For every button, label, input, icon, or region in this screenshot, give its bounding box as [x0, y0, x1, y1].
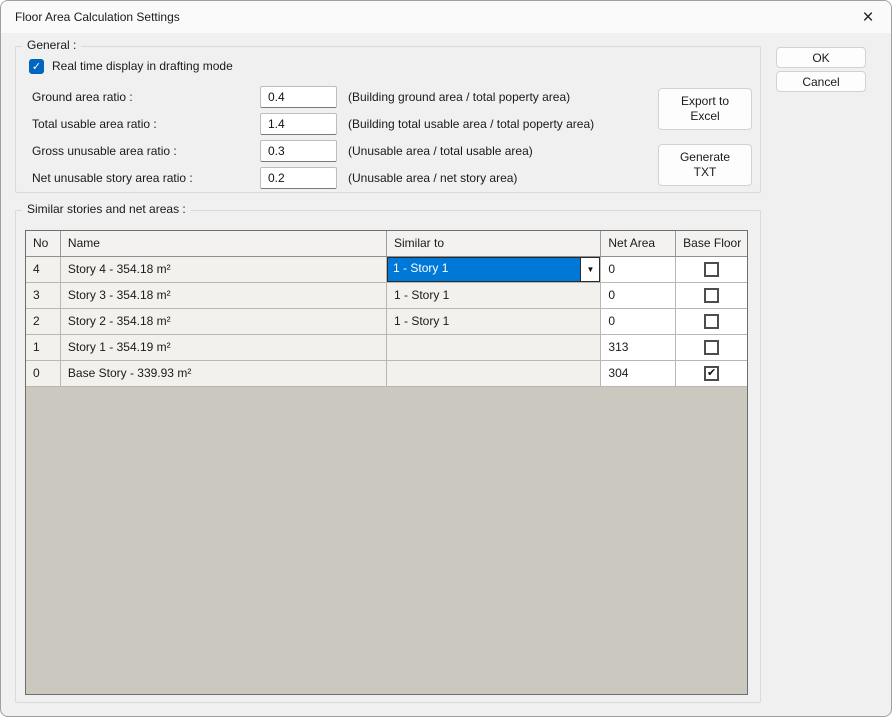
ground-area-ratio-hint: (Building ground area / total poperty ar…: [348, 86, 570, 108]
table-row: 2Story 2 - 354.18 m²1 - Story 10: [26, 309, 747, 335]
cell-name: Story 4 - 354.18 m²: [61, 257, 387, 283]
general-group-label: General :: [22, 38, 81, 52]
realtime-display-checkbox[interactable]: ✓: [29, 59, 44, 74]
realtime-display-checkbox-row: ✓ Real time display in drafting mode: [29, 58, 233, 74]
net-unusable-story-area-ratio-row: Net unusable story area ratio : (Unusabl…: [16, 167, 762, 189]
cell-similar-to: 1 - Story 1: [387, 283, 601, 309]
gross-unusable-area-ratio-hint: (Unusable area / total usable area): [348, 140, 533, 162]
stories-table-header: No Name Similar to Net Area Base Floor: [26, 231, 747, 257]
realtime-display-label: Real time display in drafting mode: [52, 58, 233, 74]
cell-base-floor: [676, 309, 747, 335]
similar-stories-groupbox: Similar stories and net areas : No Name …: [15, 210, 761, 703]
cell-similar-to: 1 - Story 1: [387, 309, 601, 335]
ground-area-ratio-label: Ground area ratio :: [32, 86, 252, 108]
net-unusable-story-area-ratio-input[interactable]: [260, 167, 337, 189]
close-icon[interactable]: ×: [851, 3, 885, 31]
total-usable-area-ratio-row: Total usable area ratio : (Building tota…: [16, 113, 762, 135]
cell-no: 1: [26, 335, 61, 361]
stories-table: No Name Similar to Net Area Base Floor 4…: [25, 230, 748, 695]
total-usable-area-ratio-hint: (Building total usable area / total pope…: [348, 113, 594, 135]
ok-button[interactable]: OK: [776, 47, 866, 68]
stories-table-body: 4Story 4 - 354.18 m²1 - Story 1▼03Story …: [26, 257, 747, 387]
cell-base-floor: [676, 335, 747, 361]
checkmark-icon: ✔: [707, 368, 716, 379]
table-row: 0Base Story - 339.93 m² 304 ✔: [26, 361, 747, 387]
window-title: Floor Area Calculation Settings: [15, 1, 180, 33]
cell-name: Story 1 - 354.19 m²: [61, 335, 387, 361]
cancel-button[interactable]: Cancel: [776, 71, 866, 92]
gross-unusable-area-ratio-input[interactable]: [260, 140, 337, 162]
base-floor-checkbox[interactable]: [704, 262, 719, 277]
cell-net-area[interactable]: 0: [601, 257, 676, 283]
cell-base-floor: [676, 283, 747, 309]
base-floor-checkbox[interactable]: [704, 288, 719, 303]
cell-net-area[interactable]: 304: [601, 361, 676, 387]
title-bar: Floor Area Calculation Settings ×: [1, 1, 891, 33]
header-base-floor: Base Floor: [676, 231, 747, 256]
floor-area-calculation-settings-dialog: Floor Area Calculation Settings × OK Can…: [0, 0, 892, 717]
ground-area-ratio-row: Ground area ratio : (Building ground are…: [16, 86, 762, 108]
cell-no: 2: [26, 309, 61, 335]
table-row: 4Story 4 - 354.18 m²1 - Story 1 ▼ 0: [26, 257, 747, 283]
header-net-area: Net Area: [601, 231, 676, 256]
base-floor-checkbox[interactable]: [704, 340, 719, 355]
cell-net-area[interactable]: 313: [601, 335, 676, 361]
generate-txt-button[interactable]: Generate TXT: [658, 144, 752, 186]
net-unusable-story-area-ratio-label: Net unusable story area ratio :: [32, 167, 252, 189]
general-groupbox: General : ✓ Real time display in draftin…: [15, 46, 761, 193]
total-usable-area-ratio-label: Total usable area ratio :: [32, 113, 252, 135]
cell-name: Base Story - 339.93 m²: [61, 361, 387, 387]
header-no: No: [26, 231, 61, 256]
gross-unusable-area-ratio-row: Gross unusable area ratio : (Unusable ar…: [16, 140, 762, 162]
cell-name: Story 3 - 354.18 m²: [61, 283, 387, 309]
header-similar-to: Similar to: [387, 231, 601, 256]
total-usable-area-ratio-input[interactable]: [260, 113, 337, 135]
cell-name: Story 2 - 354.18 m²: [61, 309, 387, 335]
cell-no: 0: [26, 361, 61, 387]
base-floor-checkbox[interactable]: [704, 314, 719, 329]
cell-similar-to: 1 - Story 1 ▼: [387, 257, 601, 283]
cell-no: 4: [26, 257, 61, 283]
cell-net-area[interactable]: 0: [601, 283, 676, 309]
net-unusable-story-area-ratio-hint: (Unusable area / net story area): [348, 167, 517, 189]
ground-area-ratio-input[interactable]: [260, 86, 337, 108]
header-name: Name: [61, 231, 387, 256]
cell-similar-to: [387, 361, 601, 387]
similar-stories-group-label: Similar stories and net areas :: [22, 202, 191, 216]
table-row: 3Story 3 - 354.18 m²1 - Story 10: [26, 283, 747, 309]
export-to-excel-button[interactable]: Export to Excel: [658, 88, 752, 130]
dropdown-arrow-button[interactable]: ▼: [580, 258, 599, 281]
table-row: 1Story 1 - 354.19 m² 313: [26, 335, 747, 361]
cell-net-area[interactable]: 0: [601, 309, 676, 335]
base-floor-checkbox[interactable]: ✔: [704, 366, 719, 381]
cell-similar-to: [387, 335, 601, 361]
cell-base-floor: [676, 257, 747, 283]
cell-no: 3: [26, 283, 61, 309]
dropdown-selected-value: 1 - Story 1: [388, 258, 580, 281]
chevron-down-icon: ▼: [586, 266, 594, 274]
cell-base-floor: ✔: [676, 361, 747, 387]
gross-unusable-area-ratio-label: Gross unusable area ratio :: [32, 140, 252, 162]
similar-to-dropdown[interactable]: 1 - Story 1 ▼: [387, 257, 600, 282]
